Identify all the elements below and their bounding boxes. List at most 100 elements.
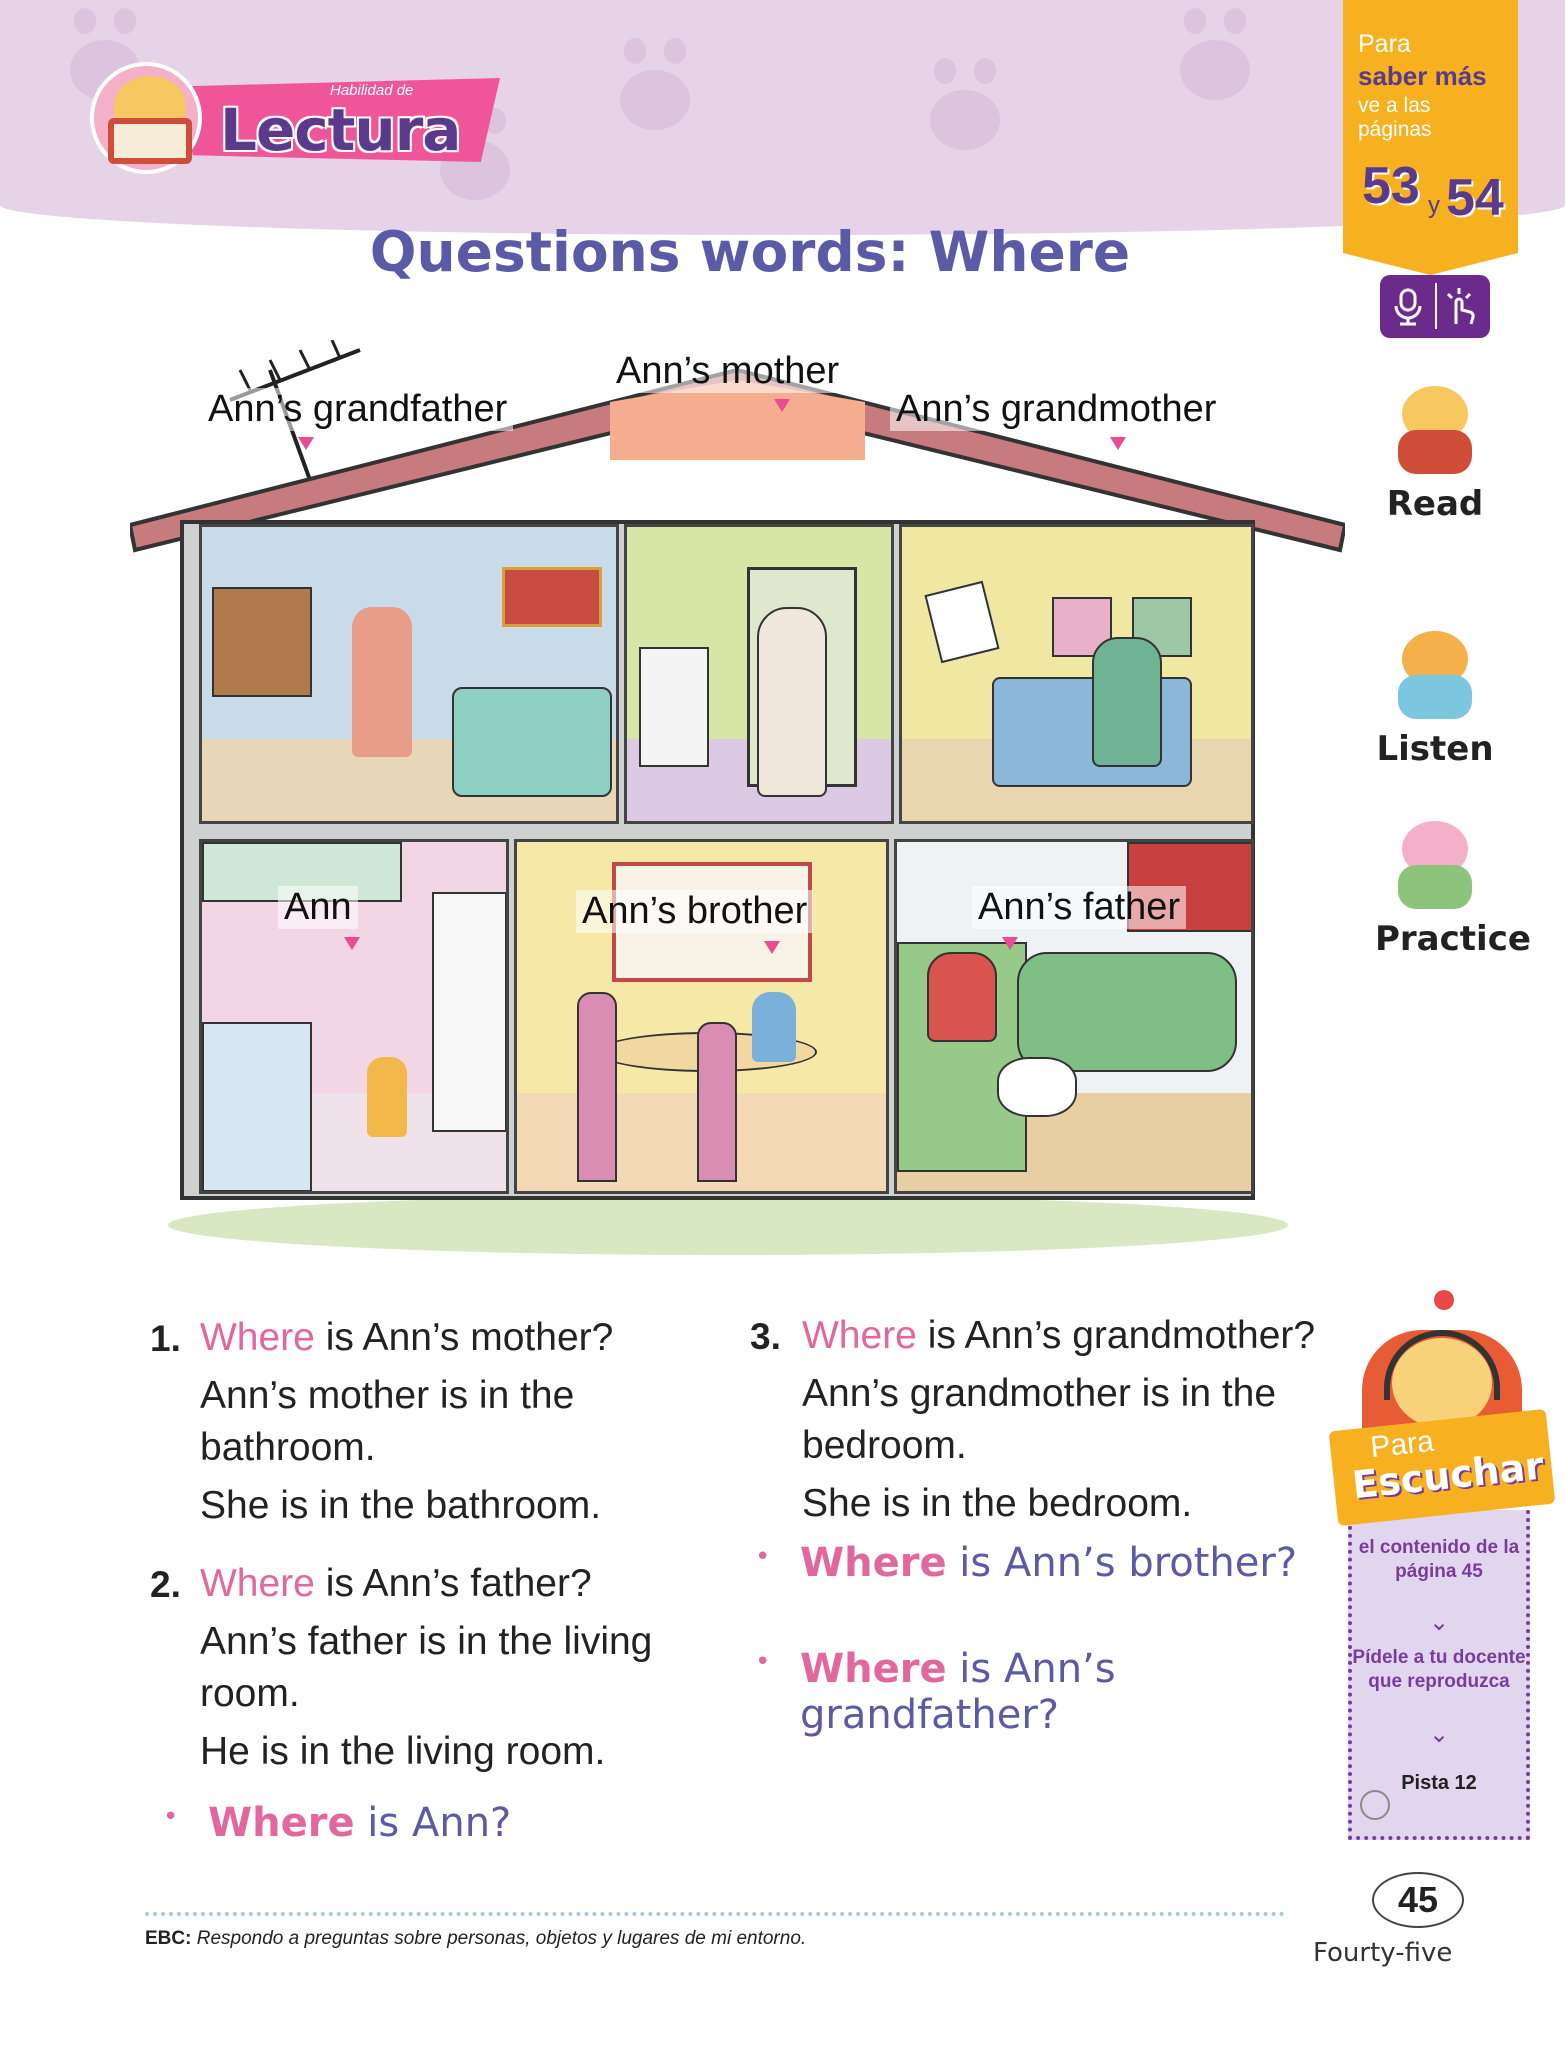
side-nav-label: Listen <box>1376 729 1494 769</box>
dog-figure <box>997 1057 1077 1117</box>
grandfather-figure <box>352 607 412 757</box>
chevron-down-icon: ⌄ <box>1428 1721 1450 1748</box>
wall-picture <box>502 567 602 627</box>
answer-short: She is in the bathroom. <box>200 1483 602 1527</box>
side-nav-label: Read <box>1386 484 1484 524</box>
side-nav-practice[interactable]: Practice <box>1375 815 1531 959</box>
media-toolbar <box>1380 275 1490 338</box>
reference-joiner: y <box>1428 192 1440 219</box>
room-label: Ann’s father <box>972 886 1187 929</box>
practice-prompt: • Where is Ann’s grandfather? <box>755 1646 1116 1738</box>
practice-bears-icon <box>1390 815 1480 915</box>
chair <box>577 992 617 1182</box>
room-bedroom <box>899 524 1254 824</box>
book-icon <box>108 118 192 164</box>
chair <box>697 1022 737 1182</box>
question-text: Where is Ann’s grandmother? Ann’s grandm… <box>802 1310 1315 1529</box>
chevron-down-icon: ⌄ <box>1428 1609 1450 1636</box>
room-label: Ann’s grandfather <box>202 388 514 431</box>
ground <box>168 1195 1288 1255</box>
question-rest: is Ann’s grandmother? <box>916 1314 1316 1357</box>
listen-panel[interactable]: el contenido de la página 45 ⌄ Pídele a … <box>1348 1510 1530 1840</box>
globe-icon <box>1360 1790 1390 1820</box>
bullet-icon: • <box>755 1542 771 1572</box>
reference-line2: saber más <box>1358 61 1487 91</box>
question-number: 2. <box>150 1564 181 1605</box>
question-where: Where <box>802 1314 917 1357</box>
footer-divider <box>145 1912 1285 1916</box>
section-title: Lectura <box>220 96 461 164</box>
mother-figure <box>757 607 827 797</box>
microphone-icon[interactable] <box>1386 284 1430 328</box>
listen-content-text: el contenido de la página 45 <box>1358 1537 1520 1582</box>
reading-bear-icon <box>90 62 202 174</box>
prompt-where: Where <box>800 1540 947 1586</box>
answer-short: He is in the living room. <box>200 1729 606 1773</box>
room-label: Ann’s brother <box>576 890 814 933</box>
sink <box>639 647 709 767</box>
prompt-rest: is Ann? <box>354 1800 512 1846</box>
reference-page-b: 54 <box>1446 169 1504 227</box>
question-text: Where is Ann’s father? Ann’s father is i… <box>200 1558 652 1777</box>
reference-line3: ve a las páginas <box>1358 94 1432 141</box>
side-nav-label: Practice <box>1375 919 1531 959</box>
paw-print-decoration <box>1180 8 1250 100</box>
paw-print-decoration <box>930 58 1000 150</box>
room-label: Ann’s mother <box>610 350 846 393</box>
practice-prompt: • Where is Ann’s brother? <box>755 1540 1298 1586</box>
bullet-icon: • <box>163 1802 179 1832</box>
question-where: Where <box>200 1562 315 1605</box>
pointer-marker-icon <box>774 399 790 412</box>
reference-pages: 53 y 54 <box>1358 148 1508 228</box>
grandmother-figure <box>1092 637 1162 767</box>
house-body <box>180 520 1255 1200</box>
refrigerator <box>432 892 506 1132</box>
reading-bear-icon <box>1390 380 1480 480</box>
answer-short: She is in the bedroom. <box>802 1481 1193 1525</box>
reference-page-a: 53 <box>1362 157 1420 215</box>
question-where: Where <box>200 1316 315 1359</box>
side-nav-read[interactable]: Read <box>1375 380 1495 524</box>
answer-line: Ann’s mother is in the <box>200 1373 575 1417</box>
listening-bear-icon <box>1390 625 1480 725</box>
counter <box>202 1022 312 1191</box>
room-study <box>199 524 619 824</box>
house-illustration: Ann’s grandfather Ann’s mother Ann’s gra… <box>130 340 1345 1280</box>
page-number: 45 <box>1372 1872 1464 1928</box>
bullet-icon: • <box>755 1647 771 1677</box>
ann-figure <box>367 1057 407 1137</box>
touch-hand-icon[interactable] <box>1438 284 1482 328</box>
prompt-rest: is Ann’s <box>946 1646 1116 1692</box>
pointer-marker-icon <box>764 941 780 954</box>
room-bathroom <box>624 524 894 824</box>
question-number: 3. <box>750 1316 781 1357</box>
paw-print-decoration <box>620 38 690 130</box>
reference-tag: Para saber más ve a las páginas 53 y 54 <box>1343 0 1518 275</box>
page-title: Questions words: Where <box>369 220 1131 284</box>
question-rest: is Ann’s father? <box>314 1562 592 1605</box>
bed <box>452 687 612 797</box>
sofa <box>1017 952 1237 1072</box>
practice-prompt: • Where is Ann? <box>163 1800 512 1846</box>
answer-line: Ann’s father is in the living <box>200 1619 653 1663</box>
father-figure <box>927 952 997 1042</box>
page-number-word: Fourty-five <box>1313 1938 1453 1968</box>
pointer-marker-icon <box>298 437 314 450</box>
prompt-rest: is Ann’s brother? <box>946 1540 1298 1586</box>
prompt-where: Where <box>208 1800 355 1846</box>
question-rest: is Ann’s mother? <box>314 1316 614 1359</box>
room-label: Ann’s grandmother <box>890 388 1223 431</box>
ebc-text: Respondo a preguntas sobre personas, obj… <box>196 1928 807 1949</box>
brother-figure <box>752 992 796 1062</box>
prompt-where: Where <box>800 1646 947 1692</box>
pointer-marker-icon <box>1110 437 1126 450</box>
ebc-label: EBC: <box>145 1928 192 1949</box>
answer-line: bathroom. <box>200 1425 376 1469</box>
prompt-rest: grandfather? <box>800 1692 1060 1738</box>
answer-line: bedroom. <box>802 1423 967 1467</box>
side-nav-listen[interactable]: Listen <box>1375 625 1495 769</box>
bookshelf <box>212 587 312 697</box>
pointer-marker-icon <box>344 937 360 950</box>
question-number: 1. <box>150 1318 181 1359</box>
room-label: Ann <box>278 886 358 929</box>
